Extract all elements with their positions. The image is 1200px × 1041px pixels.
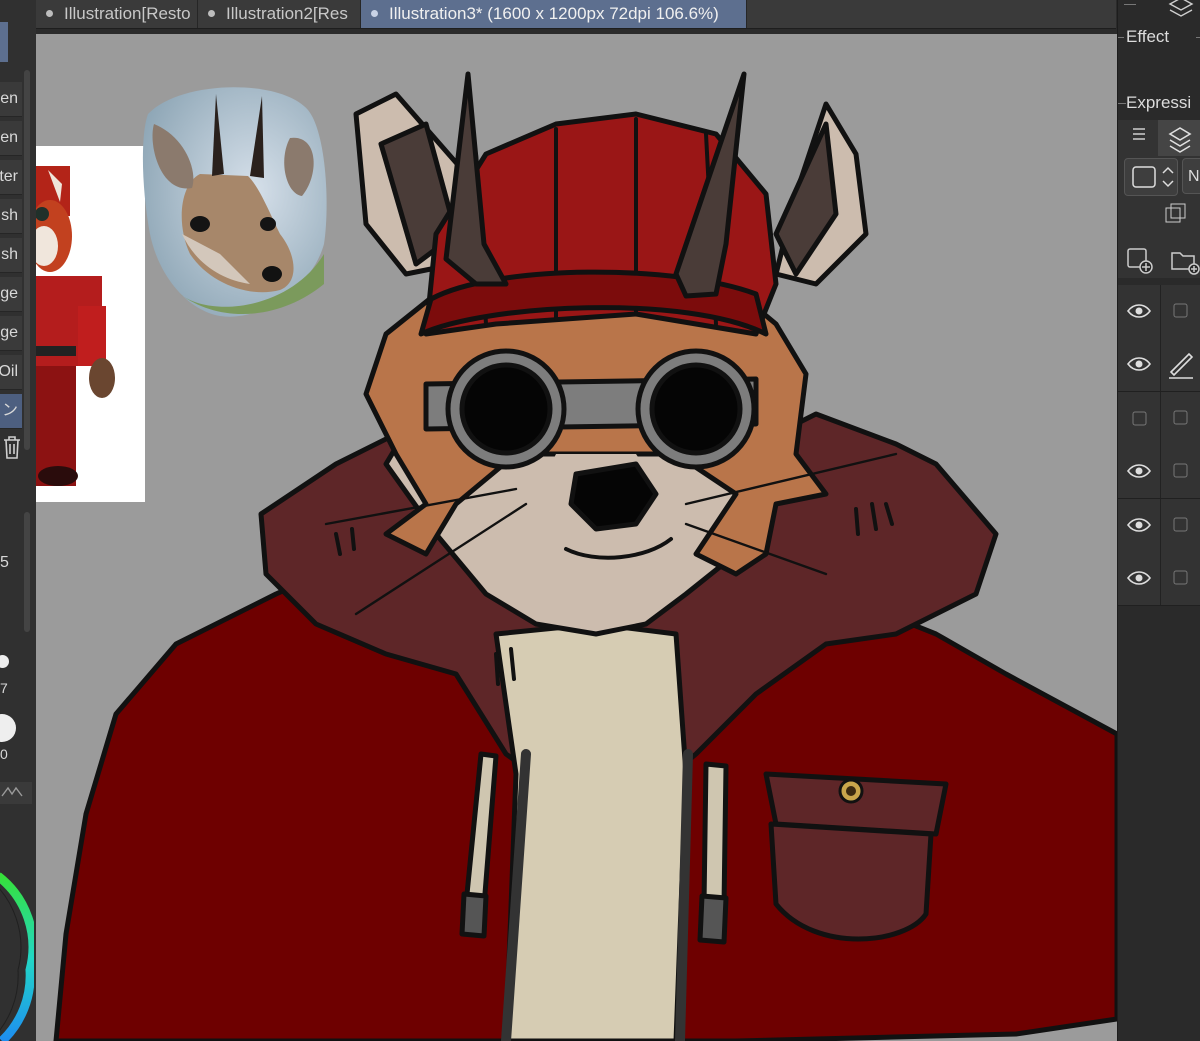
drawing-canvas[interactable] bbox=[36, 34, 1117, 1041]
menu-icon[interactable] bbox=[1130, 126, 1150, 142]
new-layer-icon[interactable] bbox=[1124, 245, 1154, 275]
brush-item-2[interactable]: en bbox=[0, 121, 22, 156]
clip-layer-icon[interactable] bbox=[1162, 202, 1188, 228]
effect-section-label[interactable]: Effect bbox=[1126, 27, 1169, 47]
size-preset-value: 7 bbox=[0, 680, 8, 696]
waveform-icon bbox=[1, 786, 23, 797]
brush-item-8[interactable]: Oil bbox=[0, 355, 22, 390]
layer-row[interactable] bbox=[1118, 552, 1200, 606]
divider bbox=[1118, 103, 1126, 104]
eye-icon bbox=[1126, 571, 1152, 585]
expression-section-label[interactable]: Expressi bbox=[1126, 93, 1191, 113]
new-folder-icon[interactable] bbox=[1168, 245, 1200, 275]
tab-illustration[interactable]: Illustration[Resto bbox=[36, 0, 198, 28]
layer-edit-indicator[interactable] bbox=[1161, 338, 1200, 391]
fox-character-artwork bbox=[53, 71, 1117, 1041]
layer-checkbox[interactable] bbox=[1161, 499, 1200, 552]
brush-item-7[interactable]: ge bbox=[0, 316, 22, 351]
brush-item-6[interactable]: ge bbox=[0, 277, 22, 312]
brush-size-scrollbar[interactable] bbox=[24, 512, 30, 632]
layer-checkbox[interactable] bbox=[1161, 392, 1200, 445]
opacity-field[interactable]: N bbox=[1182, 158, 1200, 194]
brush-list-scrollbar[interactable] bbox=[24, 70, 30, 450]
brush-item-selected[interactable]: ン bbox=[0, 394, 22, 429]
hidden-checkbox-icon bbox=[1132, 411, 1147, 426]
color-wheel[interactable] bbox=[0, 870, 34, 1041]
layer-checkbox[interactable] bbox=[1161, 285, 1200, 338]
brush-item-3[interactable]: ter bbox=[0, 160, 22, 195]
tab-layer[interactable] bbox=[1158, 120, 1200, 156]
document-tab-bar: Illustration[Resto Illustration2[Res Ill… bbox=[36, 0, 1142, 29]
layer-row[interactable] bbox=[1118, 445, 1200, 499]
size-dot-small[interactable] bbox=[0, 655, 9, 668]
brush-item-5[interactable]: sh bbox=[0, 238, 22, 273]
tab-dot bbox=[46, 10, 53, 18]
panel-tab-button[interactable] bbox=[0, 22, 8, 62]
layer-row[interactable] bbox=[1118, 499, 1200, 553]
checkbox-icon bbox=[1173, 463, 1188, 478]
layer-row-editing[interactable] bbox=[1118, 338, 1200, 392]
brush-size-value: 5 bbox=[0, 554, 9, 571]
size-dot-large[interactable] bbox=[0, 714, 16, 742]
left-brush-panel: en en ter sh sh ge ge Oil ン 5 7 0 bbox=[0, 0, 36, 1041]
blend-mode-select[interactable] bbox=[1124, 158, 1178, 196]
layers-stack-icon[interactable] bbox=[1166, 0, 1196, 20]
pen-icon bbox=[1169, 352, 1194, 379]
checkbox-icon bbox=[1173, 570, 1188, 585]
checkbox-icon bbox=[1173, 303, 1188, 318]
tab-dot bbox=[208, 10, 215, 18]
visibility-toggle[interactable] bbox=[1118, 499, 1161, 552]
tab-illustration2[interactable]: Illustration2[Res bbox=[198, 0, 361, 28]
layer-row[interactable] bbox=[1118, 392, 1200, 446]
visibility-toggle[interactable] bbox=[1118, 552, 1161, 605]
trash-icon[interactable] bbox=[0, 433, 22, 461]
eye-icon bbox=[1126, 464, 1152, 478]
brush-item-1[interactable]: en bbox=[0, 82, 22, 117]
visibility-toggle[interactable] bbox=[1118, 445, 1161, 498]
tab-illustration3[interactable]: Illustration3* (1600 x 1200px 72dpi 106.… bbox=[361, 0, 747, 28]
visibility-toggle[interactable] bbox=[1118, 392, 1161, 445]
layers-icon bbox=[1168, 127, 1192, 153]
visibility-toggle[interactable] bbox=[1118, 338, 1161, 391]
checkbox-icon bbox=[1173, 410, 1188, 425]
divider bbox=[1118, 37, 1124, 38]
layer-toolbar: N bbox=[1118, 120, 1200, 278]
layer-row[interactable] bbox=[1118, 285, 1200, 339]
checkbox-icon bbox=[1173, 517, 1188, 532]
layer-checkbox[interactable] bbox=[1161, 552, 1200, 605]
brush-item-4[interactable]: sh bbox=[0, 199, 22, 234]
eye-icon bbox=[1126, 357, 1152, 371]
divider bbox=[1124, 4, 1136, 5]
tab-dot bbox=[371, 10, 378, 18]
visibility-toggle[interactable] bbox=[1118, 285, 1161, 338]
eye-icon bbox=[1126, 304, 1152, 318]
size-preset-value-2: 0 bbox=[0, 746, 8, 762]
divider bbox=[1196, 37, 1200, 38]
layer-checkbox[interactable] bbox=[1161, 445, 1200, 498]
blend-mode-icon bbox=[1132, 166, 1174, 188]
right-layer-panel: Effect Expressi N bbox=[1117, 0, 1200, 1041]
color-panel-header bbox=[0, 782, 32, 804]
eye-icon bbox=[1126, 518, 1152, 532]
